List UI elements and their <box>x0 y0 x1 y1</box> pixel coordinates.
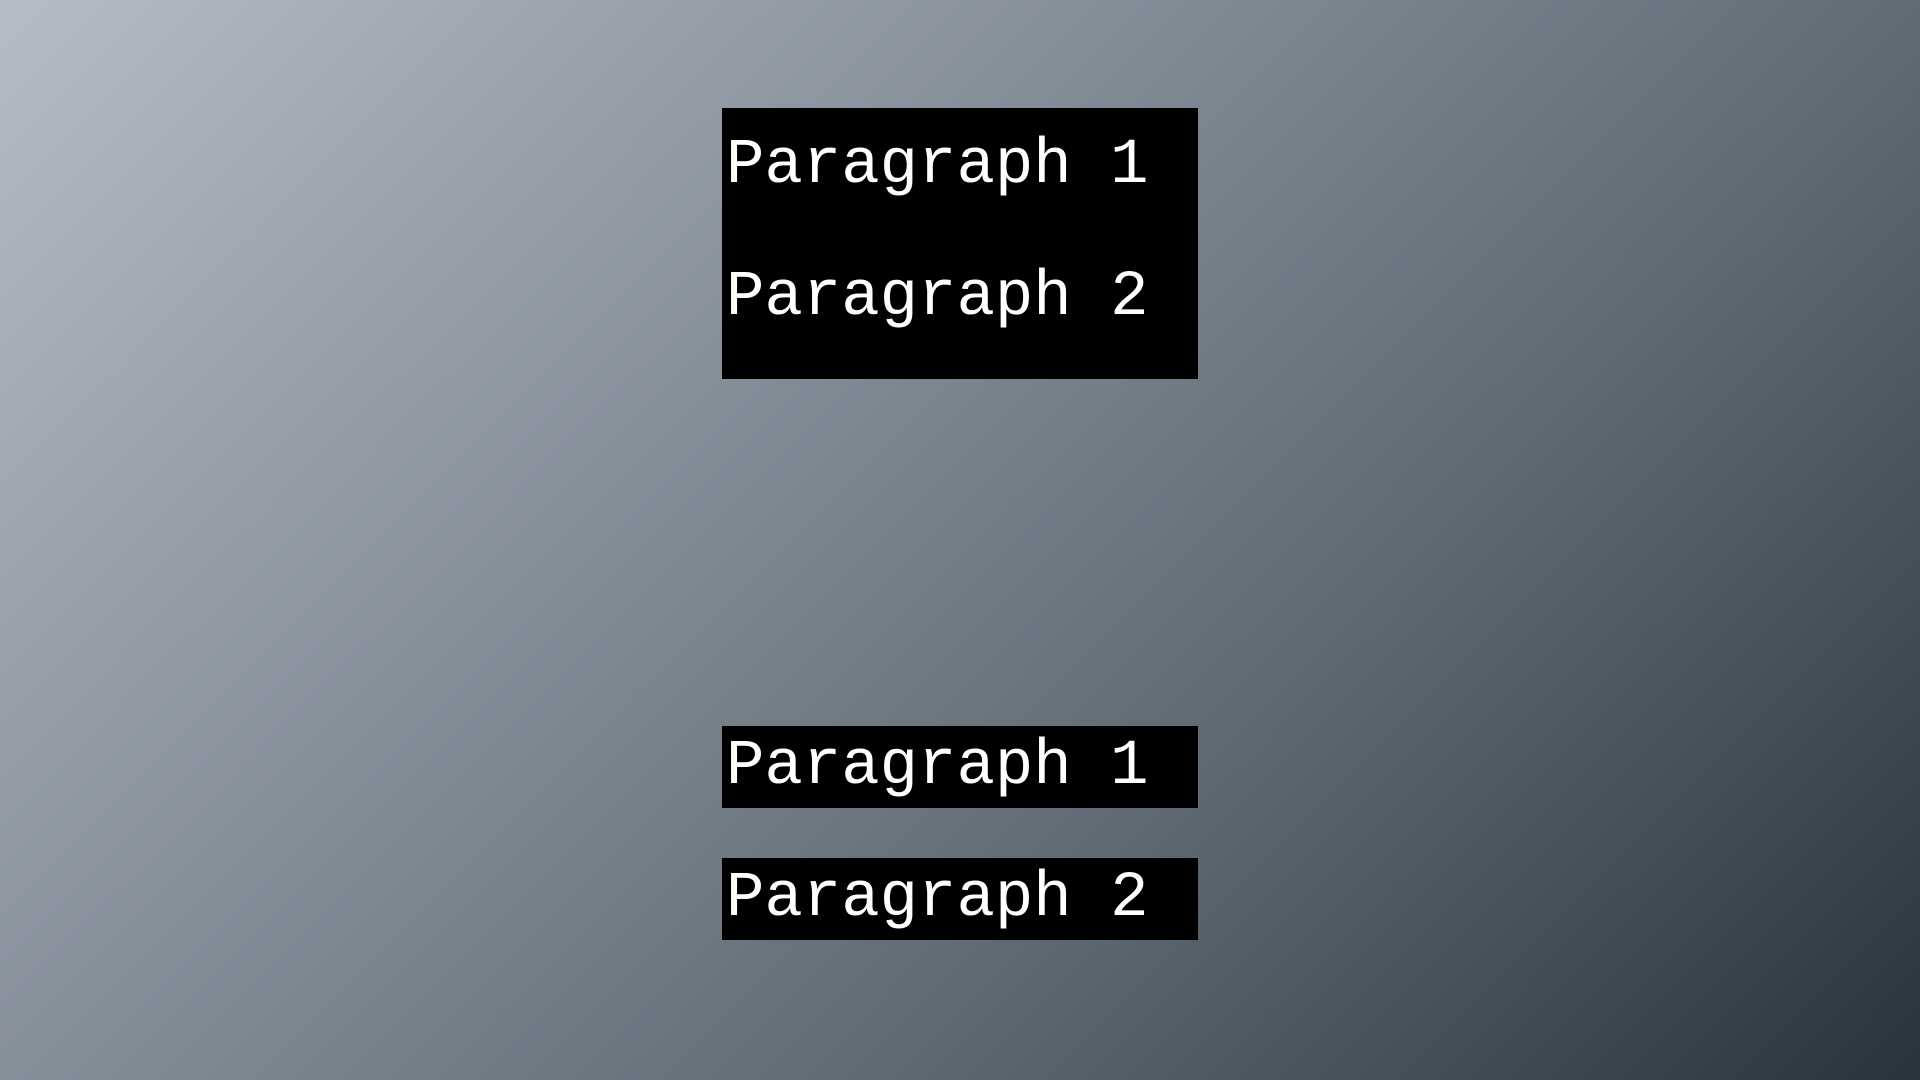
top-paragraph-1: Paragraph 1 <box>726 130 1149 202</box>
combined-paragraph-block: Paragraph 1 Paragraph 2 <box>722 108 1198 379</box>
bottom-paragraph-1: Paragraph 1 <box>722 726 1198 808</box>
bottom-paragraph-2: Paragraph 2 <box>722 858 1198 940</box>
top-paragraph-2: Paragraph 2 <box>726 262 1149 334</box>
